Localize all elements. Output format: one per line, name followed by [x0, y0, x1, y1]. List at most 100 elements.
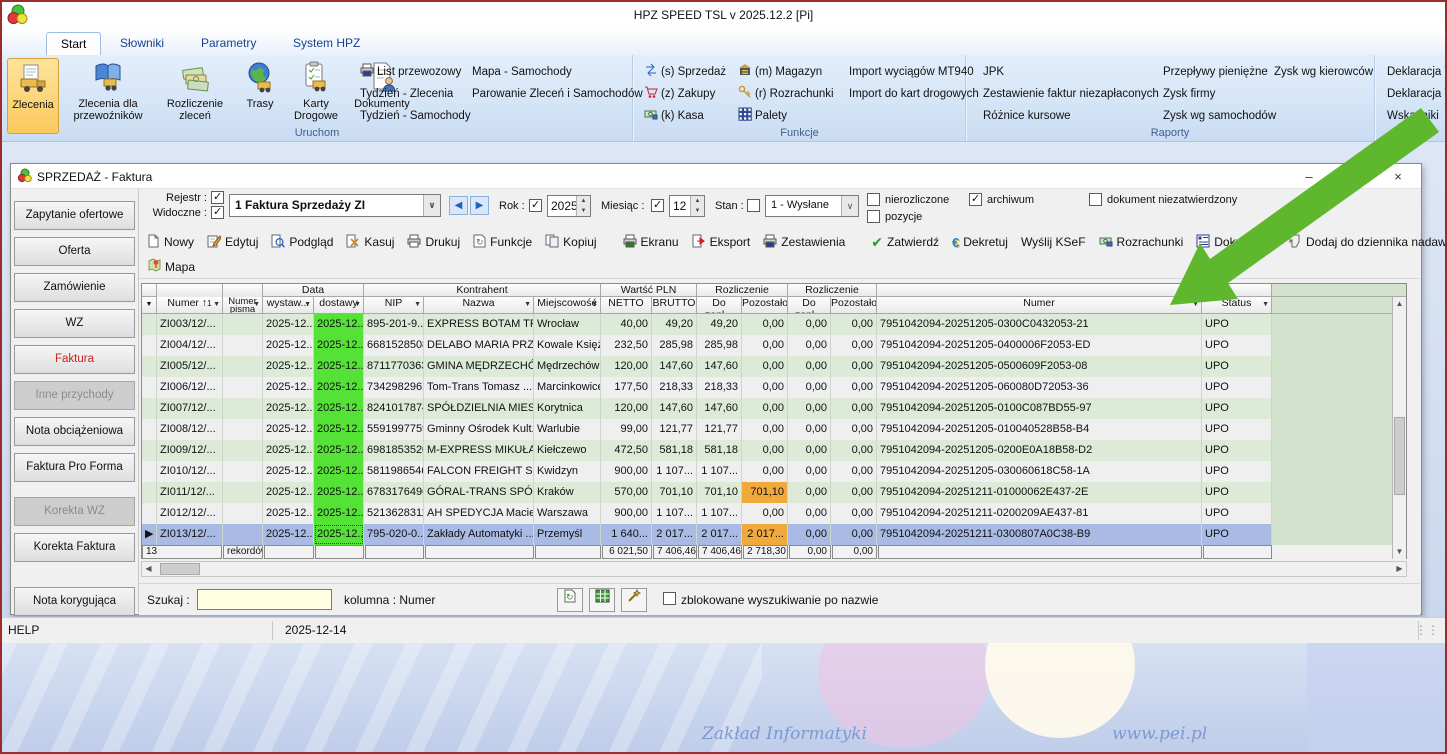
funkcje-button[interactable]: ↻Funkcje — [473, 234, 532, 251]
column-header-miejscowosc[interactable]: Miejscowość▼ — [534, 297, 601, 314]
next-register-button[interactable]: ▶ — [470, 196, 489, 215]
refresh-button[interactable]: ↻ — [557, 588, 583, 612]
sidebar-item-zam-wienie[interactable]: Zamówienie — [14, 273, 135, 302]
column-header-numer-pisma[interactable]: Numer pisma▼ — [223, 297, 263, 314]
column-header-dozap2[interactable]: Do zapł... — [788, 297, 831, 314]
column-header-nip[interactable]: NIP▼ — [364, 297, 424, 314]
drukuj-button[interactable]: Drukuj — [407, 234, 460, 251]
column-header-numer[interactable]: Numer ↑1▼ — [157, 297, 223, 314]
przeplywy-link[interactable]: Przepływy pieniężne — [1163, 63, 1268, 80]
search-input[interactable] — [197, 589, 332, 610]
palety-link[interactable]: Palety — [738, 107, 787, 124]
table-row[interactable]: ZI005/12/... 2025-12... 2025-12... 87117… — [142, 356, 1406, 377]
miesiac-checkbox[interactable] — [651, 199, 664, 212]
edytuj-button[interactable]: Edytuj — [207, 234, 258, 251]
sprzedaz-link[interactable]: (s) Sprzedaż — [644, 63, 726, 80]
rozrachunki-button[interactable]: Rozrachunki — [1099, 234, 1184, 251]
wskazniki-link[interactable]: Wskaźniki — [1387, 107, 1439, 124]
table-row[interactable]: ZI003/12/... 2025-12... 2025-12... 895-2… — [142, 314, 1406, 335]
kasa-link[interactable]: (k) Kasa — [644, 107, 704, 124]
ekranu-button[interactable]: Ekranu — [623, 234, 679, 251]
dropdown-icon[interactable]: ▼ — [213, 301, 220, 308]
table-row[interactable]: ZI007/12/... 2025-12... 2025-12... 82410… — [142, 398, 1406, 419]
podglad-button[interactable]: Podgląd — [271, 234, 333, 251]
table-row[interactable]: ZI009/12/... 2025-12... 2025-12... 69818… — [142, 440, 1406, 461]
mapa-samochody-link[interactable]: Mapa - Samochody — [472, 63, 572, 80]
archiwum-checkbox[interactable] — [969, 193, 982, 206]
dekretuj-button[interactable]: €Dekretuj — [952, 235, 1008, 250]
close-button[interactable]: × — [1376, 164, 1420, 189]
list-przewozowy-link[interactable]: List przewozowy — [360, 63, 461, 80]
zlecenia-button[interactable]: Zlecenia — [7, 58, 59, 134]
prev-register-button[interactable]: ◀ — [449, 196, 468, 215]
horizontal-scrollbar[interactable]: ◀ ▶ — [141, 561, 1407, 577]
tab-system-hpz[interactable]: System HPZ — [279, 32, 374, 55]
rejestr-checkbox[interactable] — [211, 191, 224, 204]
rok-spinner[interactable]: 2025 ▲▼ — [547, 195, 591, 217]
column-header-status[interactable]: Status▼ — [1202, 297, 1272, 314]
miesiac-spinner-arrows-icon[interactable]: ▲▼ — [690, 196, 704, 216]
scroll-left-icon[interactable]: ◀ — [142, 562, 155, 576]
sidebar-item-oferta[interactable]: Oferta — [14, 237, 135, 266]
column-header-pozostalo2[interactable]: Pozostało — [831, 297, 877, 314]
nierozliczone-checkbox[interactable] — [867, 193, 880, 206]
column-header-brutto[interactable]: BRUTTO — [652, 297, 697, 314]
table-row[interactable]: ▶ ZI013/12/... 2025-12... 2025-12... 795… — [142, 524, 1406, 545]
deklaracja-vat-1-link[interactable]: Deklaracja VAT — [1387, 63, 1447, 80]
zysk-samochody-link[interactable]: Zysk wg samochodów — [1163, 107, 1276, 124]
rok-checkbox[interactable] — [529, 199, 542, 212]
table-row[interactable]: ZI008/12/... 2025-12... 2025-12... 55919… — [142, 419, 1406, 440]
register-combo[interactable]: 1 Faktura Sprzedaży ZI ∨ — [229, 194, 441, 217]
dodaj-dziennik-button[interactable]: Dodaj do dziennika nadawczego — [1288, 234, 1447, 251]
zysk-firmy-link[interactable]: Zysk firmy — [1163, 85, 1215, 102]
pozycje-checkbox[interactable] — [867, 210, 880, 223]
zestawienie-faktur-link[interactable]: Zestawienie faktur niezapłaconych — [983, 85, 1159, 102]
column-filter-icon[interactable]: ▼ — [142, 297, 157, 314]
eksport-button[interactable]: Eksport — [692, 234, 751, 251]
mapa-button[interactable]: Mapa — [147, 258, 195, 275]
dropdown-icon[interactable]: ▼ — [414, 301, 421, 308]
magazyn-link[interactable]: (m) Magazyn — [738, 63, 822, 80]
parowanie-zlecen-link[interactable]: Parowanie Zleceń i Samochodów — [472, 85, 643, 102]
dokumenty-toolbar-button[interactable]: Dokumenty — [1196, 234, 1275, 251]
sidebar-item-korekta-faktura[interactable]: Korekta Faktura — [14, 533, 135, 562]
dropdown-icon[interactable]: ▼ — [253, 301, 260, 309]
minimize-button[interactable]: – — [1287, 164, 1331, 189]
table-row[interactable]: ZI011/12/... 2025-12... 2025-12... 67831… — [142, 482, 1406, 503]
wyslij-ksef-button[interactable]: Wyślij KSeF — [1021, 235, 1086, 249]
sidebar-item-faktura[interactable]: Faktura — [14, 345, 135, 374]
table-row[interactable]: ZI010/12/... 2025-12... 2025-12... 58119… — [142, 461, 1406, 482]
zakupy-link[interactable]: (z) Zakupy — [644, 85, 715, 102]
dropdown-icon[interactable]: ▼ — [1192, 301, 1199, 308]
column-header-dozap1[interactable]: Do zapł... — [697, 297, 742, 314]
column-header-dostawy[interactable]: dostawy▼ — [314, 297, 364, 314]
zysk-kierowcy-link[interactable]: Zysk wg kierowców — [1274, 63, 1373, 80]
scroll-down-icon[interactable]: ▼ — [1393, 545, 1406, 559]
column-header-netto[interactable]: NETTO — [601, 297, 652, 314]
kasuj-button[interactable]: Kasuj — [346, 234, 394, 251]
zlecenia-dla-przewoznikow-button[interactable]: Zlecenia dla przewoźników — [63, 58, 153, 134]
sidebar-item-nota-obci-eniowa[interactable]: Nota obciążeniowa — [14, 417, 135, 446]
karty-drogowe-button[interactable]: Karty Drogowe — [287, 58, 345, 134]
zablokowane-checkbox[interactable] — [663, 592, 676, 605]
sidebar-item-faktura-pro-forma[interactable]: Faktura Pro Forma — [14, 453, 135, 482]
scroll-right-icon[interactable]: ▶ — [1393, 562, 1406, 576]
miesiac-spinner[interactable]: 12 ▲▼ — [669, 195, 705, 217]
stan-combo[interactable]: 1 - Wysłane ∨ — [765, 195, 859, 217]
stan-combo-arrow-icon[interactable]: ∨ — [841, 196, 858, 216]
column-header-wystaw[interactable]: wystaw...▼ — [263, 297, 314, 314]
widoczne-checkbox[interactable] — [211, 206, 224, 219]
sidebar-item-zapytanie-ofertowe[interactable]: Zapytanie ofertowe — [14, 201, 135, 230]
column-header-nazwa[interactable]: Nazwa▼ — [424, 297, 534, 314]
scroll-up-icon[interactable]: ▲ — [1393, 297, 1406, 311]
zatwierdz-button[interactable]: ✔Zatwierdź — [871, 234, 939, 251]
tab-start[interactable]: Start — [46, 32, 101, 55]
zestawienia-button[interactable]: Zestawienia — [763, 234, 845, 251]
sidebar-item-wz[interactable]: WZ — [14, 309, 135, 338]
sidebar-item-nota-koryguj-ca[interactable]: Nota korygująca — [14, 587, 135, 616]
nowy-button[interactable]: Nowy — [147, 234, 194, 251]
table-row[interactable]: ZI006/12/... 2025-12... 2025-12... 73429… — [142, 377, 1406, 398]
import-mt940-link[interactable]: Import wyciągów MT940 — [849, 63, 974, 80]
rozliczenie-zlecen-button[interactable]: Rozliczenie zleceń — [157, 58, 233, 134]
table-view-button[interactable] — [589, 588, 615, 612]
